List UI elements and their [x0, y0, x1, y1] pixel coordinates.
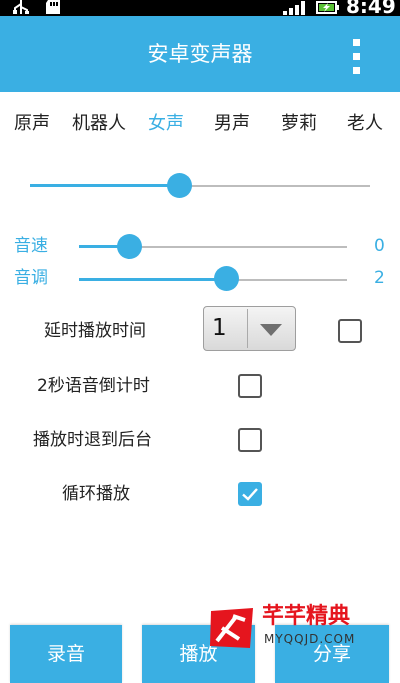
loop-checkbox[interactable] [238, 482, 262, 506]
voice-tab-elderly[interactable]: 老人 [347, 112, 383, 136]
action-bar: 安卓变声器 [0, 16, 400, 92]
main-slider-thumb[interactable] [167, 173, 193, 198]
status-bar: 8:49 [0, 0, 400, 16]
watermark-logo [210, 608, 253, 648]
delay-spinner-value: 1 [212, 315, 227, 341]
background-label: 播放时退到后台 [33, 430, 152, 450]
countdown-label: 2秒语音倒计时 [37, 376, 150, 396]
sd-card-icon [46, 0, 60, 14]
overflow-menu-icon[interactable] [346, 36, 366, 76]
background-checkbox[interactable] [238, 428, 262, 452]
watermark-title: 芊芊精典 [262, 604, 351, 629]
voice-tab-female[interactable]: 女声 [148, 112, 184, 136]
app-title: 安卓变声器 [147, 42, 253, 66]
speed-value: 0 [374, 236, 385, 256]
voice-tab-loli[interactable]: 萝莉 [281, 112, 317, 136]
battery-charging-icon [316, 1, 339, 14]
pitch-label: 音调 [14, 268, 48, 288]
chevron-down-icon [260, 324, 282, 336]
voice-tab-male[interactable]: 男声 [214, 112, 250, 136]
delay-label: 延时播放时间 [44, 321, 146, 341]
delay-spinner[interactable]: 1 [203, 306, 296, 351]
usb-icon [13, 0, 29, 14]
pitch-slider-thumb[interactable] [213, 266, 239, 291]
status-time: 8:49 [346, 0, 396, 18]
checkmark-icon [242, 488, 258, 501]
record-button[interactable]: 录音 [10, 625, 122, 683]
pitch-value: 2 [374, 268, 385, 288]
watermark-url: MYQQJD.COM [264, 632, 356, 646]
spinner-divider [247, 309, 248, 348]
pitch-slider-fill [79, 278, 227, 281]
countdown-checkbox[interactable] [238, 374, 262, 398]
loop-label: 循环播放 [62, 484, 130, 504]
voice-tab-robot[interactable]: 机器人 [72, 112, 126, 136]
main-slider-fill [30, 184, 180, 187]
delay-checkbox[interactable] [338, 319, 362, 343]
signal-icon [283, 1, 305, 15]
speed-slider-thumb[interactable] [117, 234, 143, 259]
speed-label: 音速 [14, 236, 48, 256]
voice-tab-original[interactable]: 原声 [14, 112, 50, 136]
watermark: 芊芊精典 MYQQJD.COM [208, 604, 370, 650]
